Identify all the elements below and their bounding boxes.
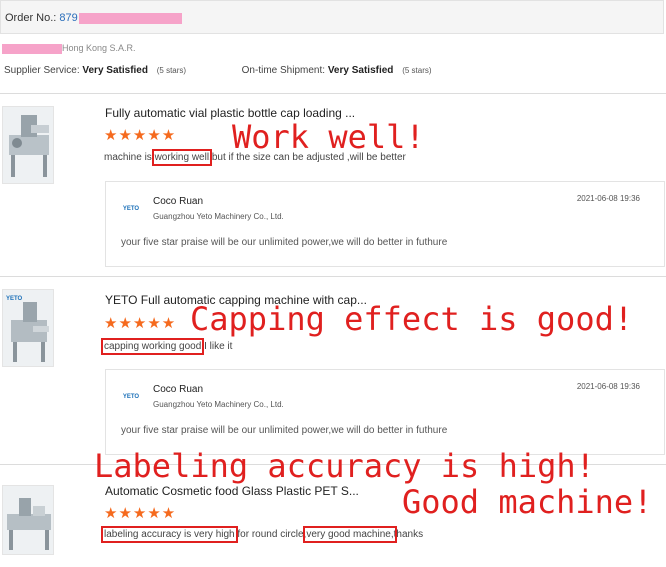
annotation-capping-effect: Capping effect is good! [190, 300, 634, 338]
service-stars: (5 stars) [156, 66, 187, 75]
annotation-work-well: Work well! [232, 118, 425, 156]
supplier-location: Hong Kong S.A.R. [62, 43, 136, 53]
review-text-pre: machine is [104, 152, 155, 163]
review-highlight: labeling accuracy is very high [101, 526, 238, 543]
rating-stars: ★★★★★ [104, 505, 177, 522]
reply-author: Coco Ruan [153, 384, 204, 395]
product-thumbnail[interactable] [2, 106, 54, 184]
shipment-stars: (5 stars) [402, 66, 432, 75]
review-highlight: capping working good [100, 338, 205, 355]
annotation-good-machine: Good machine! [402, 483, 653, 521]
supplier-ratings: Supplier Service: Very Satisfied (5 star… [4, 65, 432, 76]
redacted-supplier-name [2, 43, 62, 54]
order-bar: Order No.: 879 [0, 0, 664, 34]
review-text-post: thanks [393, 529, 424, 540]
reply-text: your five star praise will be our unlimi… [121, 237, 448, 248]
review-text: labeling accuracy is very high for round… [101, 526, 424, 543]
yeto-logo-icon: YETO [122, 206, 140, 212]
reply-author: Coco Ruan [153, 196, 204, 207]
redacted-order-number [78, 12, 182, 24]
reply-date: 2021-06-08 19:36 [576, 194, 640, 203]
product-thumbnail[interactable]: YETO [2, 289, 54, 367]
review-highlight-2: very good machine, [303, 526, 397, 543]
svg-text:YETO: YETO [6, 296, 23, 302]
service-label: Supplier Service: [4, 65, 80, 76]
reply-company: Guangzhou Yeto Machinery Co., Ltd. [153, 400, 284, 409]
supplier-reply: YETO Coco Ruan Guangzhou Yeto Machinery … [105, 181, 665, 267]
review-highlight: working well [151, 149, 213, 166]
review-text: capping working good,I like it [100, 338, 233, 355]
annotation-labeling-accuracy: Labeling accuracy is high! [94, 447, 595, 485]
rating-stars: ★★★★★ [104, 127, 177, 144]
order-number: Order No.: 879 [5, 12, 182, 24]
reply-company: Guangzhou Yeto Machinery Co., Ltd. [153, 212, 284, 221]
shipment-label: On-time Shipment: [241, 65, 326, 76]
order-label: Order No.: [5, 12, 57, 24]
review-text-post: ,I like it [201, 341, 233, 352]
review-text-mid: for round circle, [234, 529, 307, 540]
reply-text: your five star praise will be our unlimi… [121, 425, 448, 436]
supplier-reply: YETO Coco Ruan Guangzhou Yeto Machinery … [105, 369, 665, 455]
yeto-logo-icon: YETO [122, 394, 140, 400]
service-value: Very Satisfied [82, 65, 148, 76]
product-title[interactable]: Automatic Cosmetic food Glass Plastic PE… [105, 484, 359, 498]
supplier-location-row: Hong Kong S.A.R. [2, 43, 136, 54]
reply-date: 2021-06-08 19:36 [576, 382, 640, 391]
order-number-value[interactable]: 879 [59, 12, 77, 24]
product-thumbnail[interactable] [2, 485, 54, 555]
shipment-value: Very Satisfied [327, 65, 394, 76]
rating-stars: ★★★★★ [104, 315, 177, 332]
